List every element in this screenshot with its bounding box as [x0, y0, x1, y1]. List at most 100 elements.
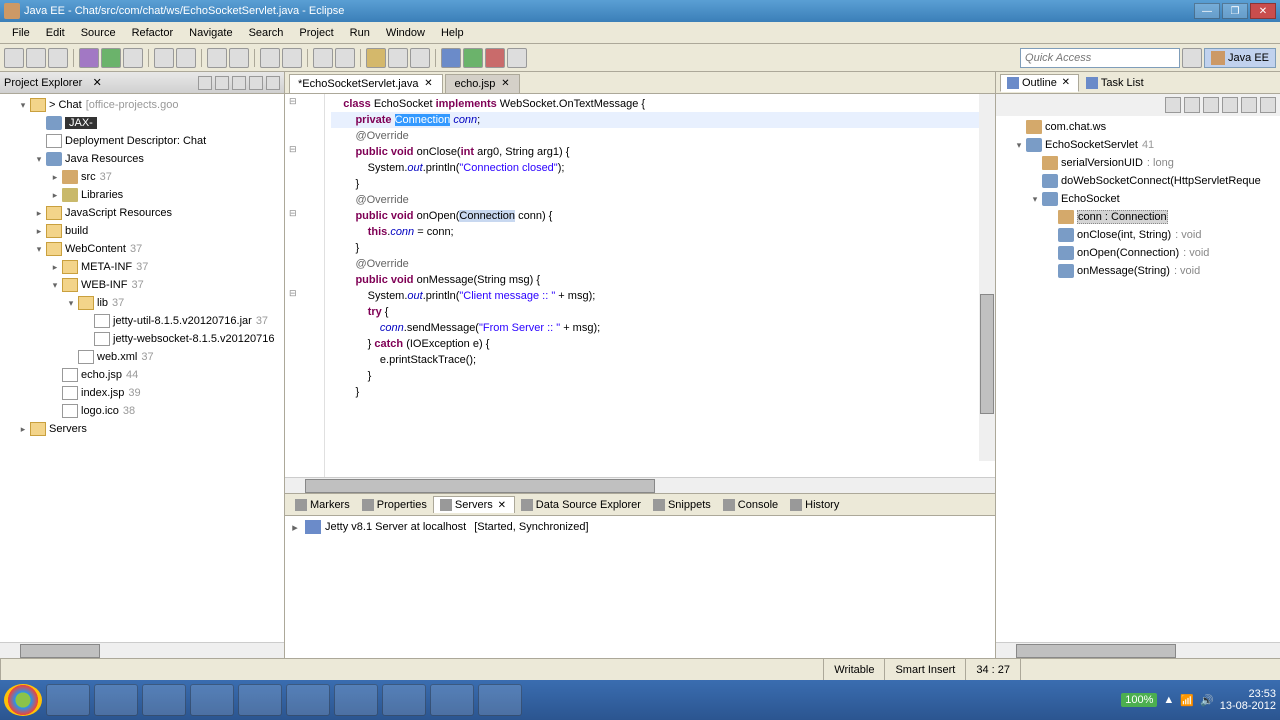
taskbar-app-3[interactable] [478, 684, 522, 716]
bottom-tab-data-source-explorer[interactable]: Data Source Explorer [515, 497, 647, 513]
outline-item[interactable]: ▾EchoSocketServlet41 [996, 136, 1280, 154]
server-debug-button[interactable] [441, 48, 461, 68]
tree-item[interactable]: index.jsp39 [0, 384, 284, 402]
outline-hscroll[interactable] [996, 642, 1280, 658]
tree-item[interactable]: ▸META-INF37 [0, 258, 284, 276]
tree-item[interactable]: ▾Java Resources [0, 150, 284, 168]
server-run-button[interactable] [463, 48, 483, 68]
tree-item[interactable]: ▾lib37 [0, 294, 284, 312]
menu-edit[interactable]: Edit [38, 25, 73, 41]
taskbar-app-1[interactable] [142, 684, 186, 716]
server-publish-button[interactable] [507, 48, 527, 68]
outline-filter-local-button[interactable] [1241, 97, 1257, 113]
pin-button[interactable] [366, 48, 386, 68]
open-perspective-button[interactable] [1182, 48, 1202, 68]
outline-menu-button[interactable] [1260, 97, 1276, 113]
tb-icon-1[interactable] [388, 48, 408, 68]
tree-item[interactable]: ▸build [0, 222, 284, 240]
menu-source[interactable]: Source [73, 25, 124, 41]
editor-tab[interactable]: *EchoSocketServlet.java✕ [289, 74, 443, 93]
outline-close-icon[interactable]: ✕ [1060, 77, 1072, 88]
toggle-mark-button[interactable] [282, 48, 302, 68]
tree-item[interactable]: web.xml37 [0, 348, 284, 366]
tree-item[interactable]: echo.jsp44 [0, 366, 284, 384]
new-package-button[interactable] [154, 48, 174, 68]
tab-close-icon[interactable]: ✕ [496, 500, 508, 511]
code-editor[interactable]: ⊟ ⊟ ⊟ ⊟ class EchoSocket implements WebS… [285, 94, 995, 477]
menu-navigate[interactable]: Navigate [181, 25, 240, 41]
tree-item[interactable]: ▸src37 [0, 168, 284, 186]
menu-search[interactable]: Search [241, 25, 292, 41]
taskbar-explorer[interactable] [94, 684, 138, 716]
tab-tasklist[interactable]: Task List [1079, 74, 1151, 92]
run-button[interactable] [101, 48, 121, 68]
save-all-button[interactable] [48, 48, 68, 68]
menu-project[interactable]: Project [291, 25, 341, 41]
menu-refactor[interactable]: Refactor [124, 25, 182, 41]
outline-item[interactable]: doWebSocketConnect(HttpServletReque [996, 172, 1280, 190]
bottom-tab-snippets[interactable]: Snippets [647, 497, 717, 513]
taskbar-ie[interactable] [46, 684, 90, 716]
taskbar-firefox[interactable] [190, 684, 234, 716]
minimize-button[interactable]: — [1194, 3, 1220, 19]
outline-filter-static-button[interactable] [1203, 97, 1219, 113]
editor-hscroll[interactable] [285, 477, 995, 493]
outline-item[interactable]: onOpen(Connection): void [996, 244, 1280, 262]
system-tray[interactable]: 100% ▲ 📶 🔊 23:53 13-08-2012 [1121, 688, 1276, 712]
bottom-tab-markers[interactable]: Markers [289, 497, 356, 513]
project-explorer-close-icon[interactable]: ✕ [90, 76, 104, 90]
back-button[interactable] [313, 48, 333, 68]
tree-item[interactable]: ▸Servers [0, 420, 284, 438]
server-row[interactable]: ▸ Jetty v8.1 Server at localhost [Starte… [289, 520, 991, 534]
tree-item[interactable]: Deployment Descriptor: Chat [0, 132, 284, 150]
tray-volume-icon[interactable]: 🔊 [1200, 694, 1214, 707]
new-class-button[interactable] [176, 48, 196, 68]
bottom-tab-console[interactable]: Console [717, 497, 784, 513]
outline-tree[interactable]: com.chat.ws▾EchoSocketServlet41serialVer… [996, 116, 1280, 642]
maximize-button[interactable]: ❐ [1222, 3, 1248, 19]
menu-run[interactable]: Run [342, 25, 378, 41]
menu-help[interactable]: Help [433, 25, 472, 41]
taskbar-chrome[interactable] [238, 684, 282, 716]
tray-network-icon[interactable]: 📶 [1180, 694, 1194, 707]
bottom-tab-history[interactable]: History [784, 497, 845, 513]
editor-vscroll[interactable] [979, 94, 995, 461]
menu-window[interactable]: Window [378, 25, 433, 41]
servers-view[interactable]: ▸ Jetty v8.1 Server at localhost [Starte… [285, 516, 995, 658]
outline-item[interactable]: ▾EchoSocket [996, 190, 1280, 208]
outline-filter-nonpublic-button[interactable] [1222, 97, 1238, 113]
search-button[interactable] [229, 48, 249, 68]
clock[interactable]: 23:53 13-08-2012 [1220, 688, 1276, 712]
outline-item[interactable]: conn : Connection [996, 208, 1280, 226]
outline-filter-fields-button[interactable] [1184, 97, 1200, 113]
tree-item[interactable]: jetty-util-8.1.5.v20120716.jar37 [0, 312, 284, 330]
close-button[interactable]: ✕ [1250, 3, 1276, 19]
tree-item[interactable]: jetty-websocket-8.1.5.v20120716 [0, 330, 284, 348]
tree-item[interactable]: logo.ico38 [0, 402, 284, 420]
tree-item[interactable]: JAX- [0, 114, 284, 132]
open-type-button[interactable] [207, 48, 227, 68]
minimize-view-button[interactable] [249, 76, 263, 90]
editor-gutter[interactable]: ⊟ ⊟ ⊟ ⊟ [285, 94, 325, 477]
taskbar-eclipse[interactable] [382, 684, 426, 716]
debug-button[interactable] [79, 48, 99, 68]
tree-item[interactable]: ▸JavaScript Resources [0, 204, 284, 222]
outline-item[interactable]: onClose(int, String): void [996, 226, 1280, 244]
save-button[interactable] [26, 48, 46, 68]
toggle-breadcrumb-button[interactable] [260, 48, 280, 68]
outline-item[interactable]: serialVersionUID: long [996, 154, 1280, 172]
tray-icon-1[interactable]: ▲ [1163, 694, 1174, 706]
tab-close-icon[interactable]: ✕ [499, 78, 511, 90]
forward-button[interactable] [335, 48, 355, 68]
tree-item[interactable]: ▾WEB-INF37 [0, 276, 284, 294]
tree-item[interactable]: ▸Libraries [0, 186, 284, 204]
start-button[interactable] [4, 684, 42, 716]
outline-item[interactable]: onMessage(String): void [996, 262, 1280, 280]
bottom-tab-servers[interactable]: Servers✕ [433, 496, 515, 513]
outline-item[interactable]: com.chat.ws [996, 118, 1280, 136]
link-editor-button[interactable] [215, 76, 229, 90]
bottom-tab-properties[interactable]: Properties [356, 497, 433, 513]
menu-file[interactable]: File [4, 25, 38, 41]
perspective-javaee[interactable]: Java EE [1204, 48, 1276, 68]
project-explorer-hscroll[interactable] [0, 642, 284, 658]
